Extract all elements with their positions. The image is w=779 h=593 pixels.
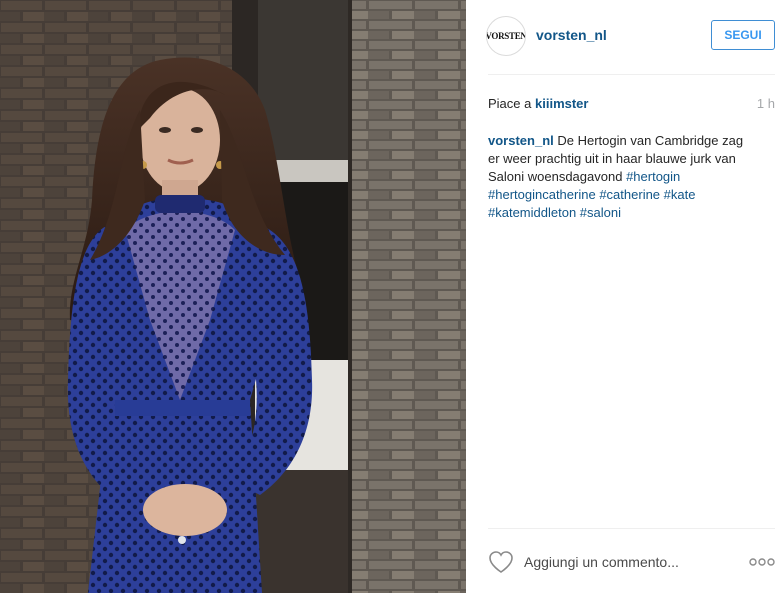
comment-input[interactable]: [524, 549, 734, 575]
username-link[interactable]: vorsten_nl: [536, 27, 607, 43]
header-divider: [488, 74, 775, 75]
avatar[interactable]: VORSTEN: [486, 16, 526, 56]
comment-divider: [488, 528, 775, 529]
liker-username-link[interactable]: kiiimster: [535, 96, 588, 111]
hashtag-link[interactable]: #saloni: [580, 205, 621, 220]
caption-author-link[interactable]: vorsten_nl: [488, 133, 554, 148]
avatar-logo-text: VORSTEN: [486, 31, 526, 41]
caption-line-2: er weer prachtig uit in haar blauwe jurk…: [488, 150, 779, 168]
post-time[interactable]: 1 h: [757, 96, 775, 111]
caption-text-2: er weer prachtig uit in haar blauwe jurk…: [488, 151, 736, 166]
post-side-panel: VORSTEN vorsten_nl SEGUI Piace a kiiimst…: [466, 0, 779, 593]
likes-row: Piace a kiiimster: [488, 96, 778, 111]
post-photo[interactable]: [0, 0, 466, 593]
heart-icon[interactable]: [488, 550, 514, 574]
caption-text-1: De Hertogin van Cambridge zag: [557, 133, 744, 148]
caption-text-3: Saloni woensdagavond: [488, 169, 623, 184]
hashtag-link[interactable]: #hertogincatherine: [488, 187, 596, 202]
hashtag-link[interactable]: #kate: [664, 187, 696, 202]
hashtag-link[interactable]: #hertogin: [626, 169, 680, 184]
post-caption: vorsten_nl De Hertogin van Cambridge zag…: [488, 132, 779, 222]
caption-line-4: #hertogincatherine #catherine #kate: [488, 186, 779, 204]
caption-line-5: #katemiddleton #saloni: [488, 204, 779, 222]
hashtag-link[interactable]: #catherine: [599, 187, 660, 202]
more-options-icon[interactable]: [748, 553, 776, 571]
hashtag-link[interactable]: #katemiddleton: [488, 205, 576, 220]
post-header: VORSTEN vorsten_nl SEGUI: [466, 0, 779, 75]
post-image: [0, 0, 466, 593]
caption-line-1: vorsten_nl De Hertogin van Cambridge zag: [488, 132, 779, 150]
follow-button[interactable]: SEGUI: [711, 20, 775, 50]
caption-line-3: Saloni woensdagavond #hertogin: [488, 168, 779, 186]
likes-prefix: Piace a: [488, 96, 532, 111]
